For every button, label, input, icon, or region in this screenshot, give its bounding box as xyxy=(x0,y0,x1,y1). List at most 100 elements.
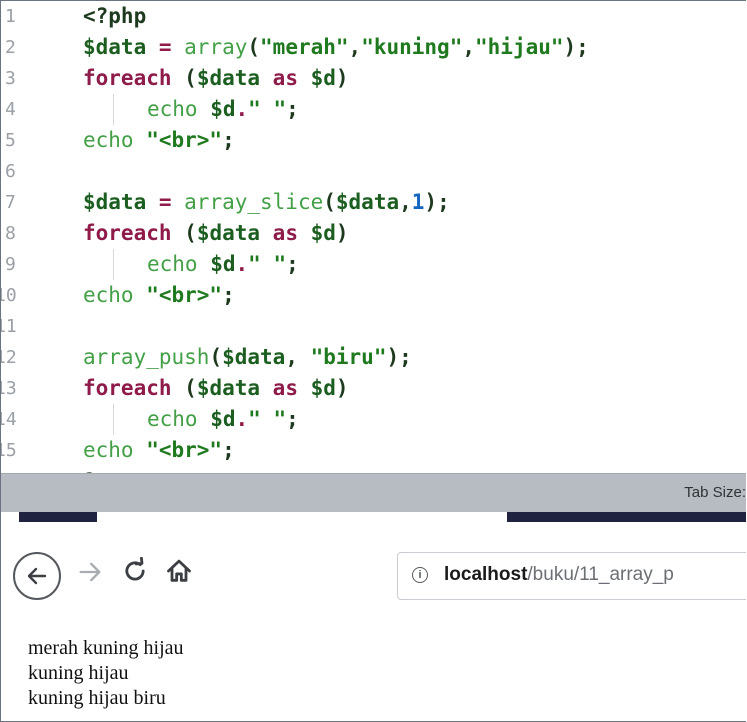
code-token: "<br>" xyxy=(146,438,223,462)
code-text: foreach ($data as $d) xyxy=(83,218,349,249)
output-line-3: kuning hijau biru xyxy=(28,687,166,709)
code-token: $data xyxy=(196,221,261,245)
code-token: ; xyxy=(222,128,235,152)
code-line[interactable]: 2 $data = array("merah","kuning","hijau")… xyxy=(1,32,746,63)
address-bar[interactable]: i localhost/buku/11_array_p xyxy=(397,552,746,600)
code-token: , xyxy=(348,35,362,59)
code-line[interactable]: 6 xyxy=(1,156,746,187)
code-line[interactable]: 13 foreach ($data as $d) xyxy=(1,373,746,404)
code-token: echo xyxy=(147,252,211,276)
line-number: 3 xyxy=(5,68,16,89)
indent-guide xyxy=(113,249,114,280)
code-line[interactable]: 1 <?php xyxy=(1,1,746,32)
code-text: echo "<br>"; xyxy=(83,435,235,466)
code-token: ); xyxy=(386,345,412,369)
code-token: $data xyxy=(196,66,261,90)
indent-guide xyxy=(113,94,114,125)
line-number: 8 xyxy=(5,223,16,244)
code-token: echo xyxy=(83,438,147,462)
code-token: . xyxy=(235,252,249,276)
editor-status-bar: Tab Size: xyxy=(1,473,746,513)
reload-icon[interactable] xyxy=(121,557,149,585)
code-token: ( xyxy=(323,190,336,214)
code-token: ); xyxy=(563,35,589,59)
code-line[interactable]: 12 array_push($data, "biru"); xyxy=(1,342,746,373)
code-token: $d xyxy=(310,376,336,400)
code-token: $data xyxy=(196,376,261,400)
line-number: 1 xyxy=(5,6,16,27)
code-line[interactable]: 15 echo "<br>"; xyxy=(1,435,746,466)
code-line[interactable]: 11 xyxy=(1,311,746,342)
code-token: ); xyxy=(424,190,450,214)
browser-window: i localhost/buku/11_array_p merah kuning… xyxy=(1,512,746,721)
code-token: = xyxy=(146,35,185,59)
url-text[interactable]: localhost/buku/11_array_p xyxy=(444,564,674,586)
code-token: " " xyxy=(248,97,287,121)
code-token: ; xyxy=(222,438,235,462)
tab-strip-dark-left xyxy=(19,512,97,522)
code-line[interactable]: 3 foreach ($data as $d) xyxy=(1,63,746,94)
tab-size-selector[interactable]: Tab Size: xyxy=(684,484,746,501)
code-token: ( xyxy=(171,66,197,90)
line-number: 6 xyxy=(5,161,16,182)
code-token: ; xyxy=(286,407,299,431)
page-output: merah kuning hijau kuning hijau kuning h… xyxy=(28,636,184,711)
code-token: "biru" xyxy=(310,345,387,369)
code-text: echo $d." "; xyxy=(147,94,299,125)
code-line[interactable]: 4 echo $d." "; xyxy=(1,94,746,125)
code-token: $d xyxy=(210,97,236,121)
code-line[interactable]: 14 echo $d." "; xyxy=(1,404,746,435)
code-token: $d xyxy=(310,66,336,90)
line-number: 10 xyxy=(1,285,17,306)
url-path: /buku/11_array_p xyxy=(527,564,674,585)
output-line-1: merah kuning hijau xyxy=(28,637,184,659)
code-text: <?php xyxy=(83,1,146,32)
code-text: echo $d." "; xyxy=(147,404,299,435)
line-number: 9 xyxy=(5,254,16,275)
code-token: ) xyxy=(335,376,349,400)
code-text: $data = array_slice($data,1); xyxy=(83,187,450,218)
code-token: 1 xyxy=(411,190,425,214)
line-number: 5 xyxy=(5,130,16,151)
code-token: <?php xyxy=(83,4,147,28)
code-token: $d xyxy=(310,221,336,245)
code-token: $data xyxy=(222,345,286,369)
code-token: , xyxy=(399,190,412,214)
code-token: as xyxy=(260,66,311,90)
code-token: ) xyxy=(335,66,349,90)
line-number: 14 xyxy=(1,409,17,430)
home-icon[interactable] xyxy=(165,557,193,585)
code-token: array xyxy=(184,35,248,59)
code-line[interactable]: 7 $data = array_slice($data,1); xyxy=(1,187,746,218)
code-text: echo "<br>"; xyxy=(83,280,235,311)
code-token: ; xyxy=(286,252,299,276)
code-line[interactable]: 5 echo "<br>"; xyxy=(1,125,746,156)
code-line[interactable]: 9 echo $d." "; xyxy=(1,249,746,280)
code-token: as xyxy=(260,221,311,245)
code-text: echo $d." "; xyxy=(147,249,299,280)
code-token: . xyxy=(235,97,249,121)
code-token: , xyxy=(462,35,476,59)
code-line[interactable]: 8 foreach ($data as $d) xyxy=(1,218,746,249)
code-token: ; xyxy=(286,97,299,121)
code-text: foreach ($data as $d) xyxy=(83,63,349,94)
code-editor[interactable]: 1 <?php 2 $data = array("merah","kuning","h… xyxy=(1,1,746,493)
forward-arrow-icon[interactable] xyxy=(76,558,104,586)
code-token: ( xyxy=(247,35,261,59)
code-token: $data xyxy=(83,190,147,214)
info-icon[interactable]: i xyxy=(412,567,428,583)
code-token: $d xyxy=(210,252,236,276)
code-token: foreach xyxy=(83,221,172,245)
code-token: "<br>" xyxy=(146,283,223,307)
code-token: echo xyxy=(83,128,147,152)
indent-guide xyxy=(113,404,114,435)
browser-tab-strip xyxy=(1,512,746,544)
code-line[interactable]: 10 echo "<br>"; xyxy=(1,280,746,311)
code-token: foreach xyxy=(83,376,172,400)
browser-toolbar: i localhost/buku/11_array_p xyxy=(1,544,746,608)
line-number: 13 xyxy=(1,378,17,399)
code-text: echo "<br>"; xyxy=(83,125,235,156)
back-arrow-icon xyxy=(27,567,47,585)
code-token: $d xyxy=(210,407,236,431)
back-button[interactable] xyxy=(13,552,61,600)
